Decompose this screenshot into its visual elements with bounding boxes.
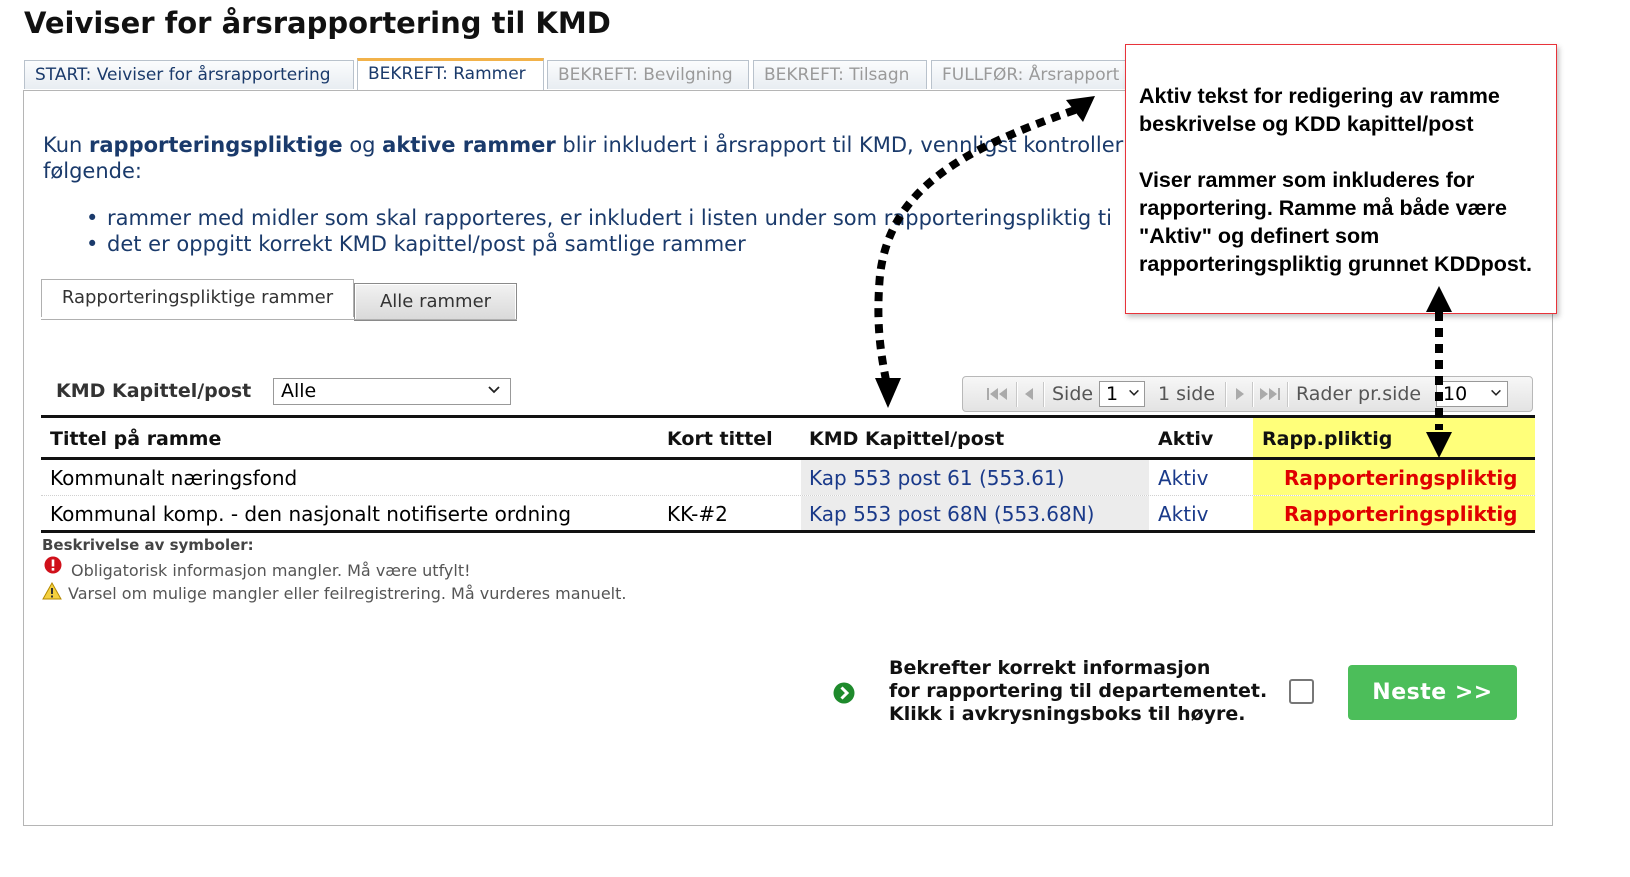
legend-warning-text: Varsel om mulige mangler eller feilregis… [68,584,627,603]
cell-title: Kommunalt næringsfond [50,466,298,490]
cell-short: KK-#2 [667,502,728,526]
tab-bekreft-tilsagn: BEKREFT: Tilsagn [753,60,927,89]
table-header: Tittel på ramme Kort tittel KMD Kapittel… [41,418,1535,457]
header-kmd[interactable]: KMD Kapittel/post [809,418,1004,457]
chevron-circle-right-icon [833,682,855,704]
page-select[interactable]: 1 [1099,381,1145,407]
tab-rapporteringspliktige-rammer[interactable]: Rapporteringspliktige rammer [41,279,354,317]
intro-bold-rapporteringspliktige: rapporteringspliktige [89,133,343,157]
chevron-down-icon [1491,389,1501,396]
filter-label: KMD Kapittel/post [56,380,252,402]
tab-bekreft-rammer[interactable]: BEKREFT: Rammer [357,58,544,90]
next-button[interactable]: Neste >> [1348,665,1517,720]
tab-fullfor-arsrapport: FULLFØR: Årsrapport [931,60,1131,89]
header-active[interactable]: Aktiv [1158,418,1213,457]
kmd-filter-select[interactable]: Alle [273,378,511,405]
page-select-value: 1 [1106,383,1119,405]
prev-page-icon[interactable] [1020,381,1040,407]
header-title[interactable]: Tittel på ramme [50,418,221,457]
table-row: Kommunalt næringsfond Kap 553 post 61 (5… [41,460,1535,495]
confirm-checkbox[interactable] [1289,679,1314,704]
header-rapp[interactable]: Rapp.pliktig [1262,418,1392,457]
cell-title: Kommunal komp. - den nasjonalt notifiser… [50,502,572,526]
rows-per-page-select[interactable]: 10 [1436,381,1508,407]
confirm-text: Bekrefter korrekt informasjon for rappor… [889,657,1268,725]
first-page-icon[interactable] [983,381,1011,407]
cell-kmd-link[interactable]: Kap 553 post 61 (553.61) [809,460,1065,495]
bullet-item: det er oppgitt korrekt KMD kapittel/post… [86,231,1126,257]
callout-text-1: Aktiv tekst for redigering av ramme besk… [1139,84,1500,136]
kmd-filter-value: Alle [281,380,317,402]
legend-error-text: Obligatorisk informasjon mangler. Må vær… [71,561,471,580]
tab-bekreft-bevilgning: BEKREFT: Bevilgning [547,60,749,89]
chevron-down-icon [1129,389,1139,396]
cell-rapp: Rapporteringspliktig [1284,466,1518,490]
tab-alle-rammer[interactable]: Alle rammer [354,283,517,321]
callout-text-2: Viser rammer som inkluderes for rapporte… [1139,168,1532,276]
chevron-down-icon [488,386,500,394]
tab-divider [41,319,517,320]
bullet-item: rammer med midler som skal rapporteres, … [86,205,1126,231]
table-row: Kommunal komp. - den nasjonalt notifiser… [41,496,1535,530]
header-short[interactable]: Kort tittel [667,418,773,457]
cell-rapp: Rapporteringspliktig [1284,502,1518,526]
warning-icon [42,582,62,600]
page-title: Veiviser for årsrapportering til KMD [24,6,611,40]
last-page-icon[interactable] [1256,381,1284,407]
annotation-callout: Aktiv tekst for redigering av ramme besk… [1125,44,1557,314]
legend-title: Beskrivelse av symboler: [42,536,254,554]
intro-text: Kun rapporteringspliktige og aktive ramm… [43,133,1124,183]
cell-active-link[interactable]: Aktiv [1158,460,1209,495]
cell-active-link[interactable]: Aktiv [1158,496,1209,531]
next-page-icon[interactable] [1229,381,1249,407]
rows-per-page-label: Rader pr.side [1296,383,1422,405]
cell-kmd-link[interactable]: Kap 553 post 68N (553.68N) [809,496,1094,531]
intro-bold-aktive: aktive rammer [382,133,556,157]
intro-bullet-list: rammer med midler som skal rapporteres, … [86,205,1126,257]
rows-per-page-value: 10 [1443,383,1468,405]
page-count: 1 side [1158,383,1216,405]
page-label: Side [1052,383,1094,405]
error-icon [44,556,62,574]
pager: Side 1 1 side Rader pr.side 10 [962,376,1533,412]
tab-start[interactable]: START: Veiviser for årsrapportering [24,60,354,89]
